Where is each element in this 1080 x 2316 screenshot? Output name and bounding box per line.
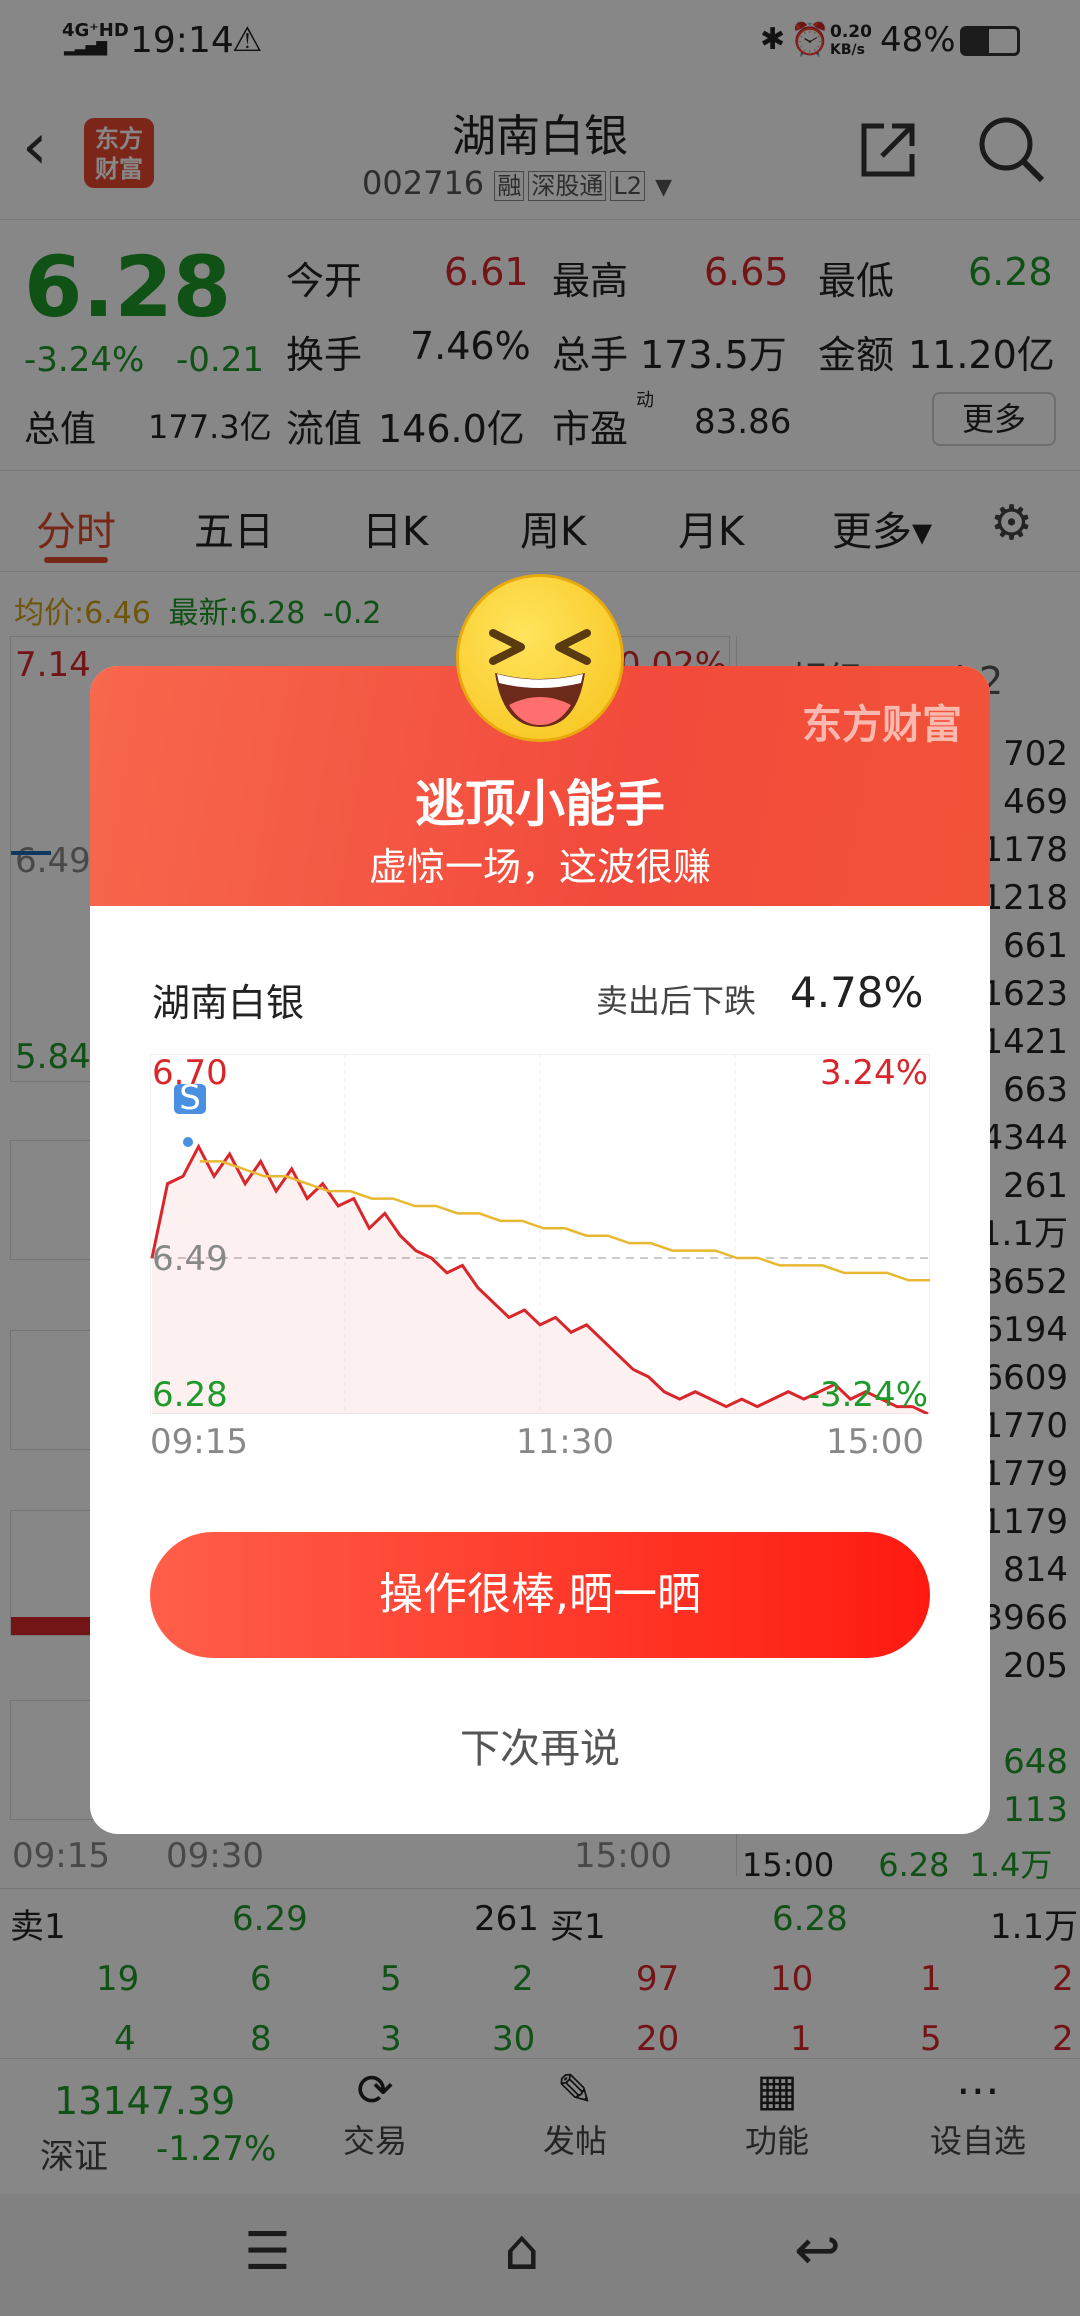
y-label-mid: 6.49 bbox=[152, 1239, 228, 1279]
modal-subtitle: 虚惊一场，这波很赚 bbox=[368, 845, 711, 889]
laughing-emoji-icon bbox=[456, 574, 624, 742]
brand-watermark: 东方财富 bbox=[802, 702, 962, 748]
drop-value: 4.78% bbox=[790, 968, 924, 1017]
intraday-chart: 6.706.496.283.24%-3.24%S bbox=[150, 1054, 930, 1414]
y-label-min: 6.28 bbox=[152, 1375, 228, 1414]
achievement-modal: 东方财富 逃顶小能手 虚惊一场，这波很赚 湖南白银 卖出后下跌 4.78% 6.… bbox=[90, 666, 990, 1834]
share-result-button[interactable]: 操作很棒,晒一晒 bbox=[150, 1532, 930, 1658]
pct-label-bottom: -3.24% bbox=[808, 1375, 928, 1414]
sell-marker-label: S bbox=[179, 1078, 201, 1118]
x-tick-mid: 11:30 bbox=[516, 1422, 614, 1462]
pct-label-top: 3.24% bbox=[820, 1054, 928, 1093]
sell-point bbox=[183, 1137, 193, 1147]
modal-title: 逃顶小能手 bbox=[415, 775, 665, 833]
x-tick-start: 09:15 bbox=[150, 1422, 248, 1462]
modal-stock-name: 湖南白银 bbox=[152, 981, 305, 1025]
drop-label: 卖出后下跌 bbox=[596, 982, 757, 1020]
dismiss-link[interactable]: 下次再说 bbox=[90, 1716, 990, 1774]
x-tick-end: 15:00 bbox=[826, 1422, 924, 1462]
